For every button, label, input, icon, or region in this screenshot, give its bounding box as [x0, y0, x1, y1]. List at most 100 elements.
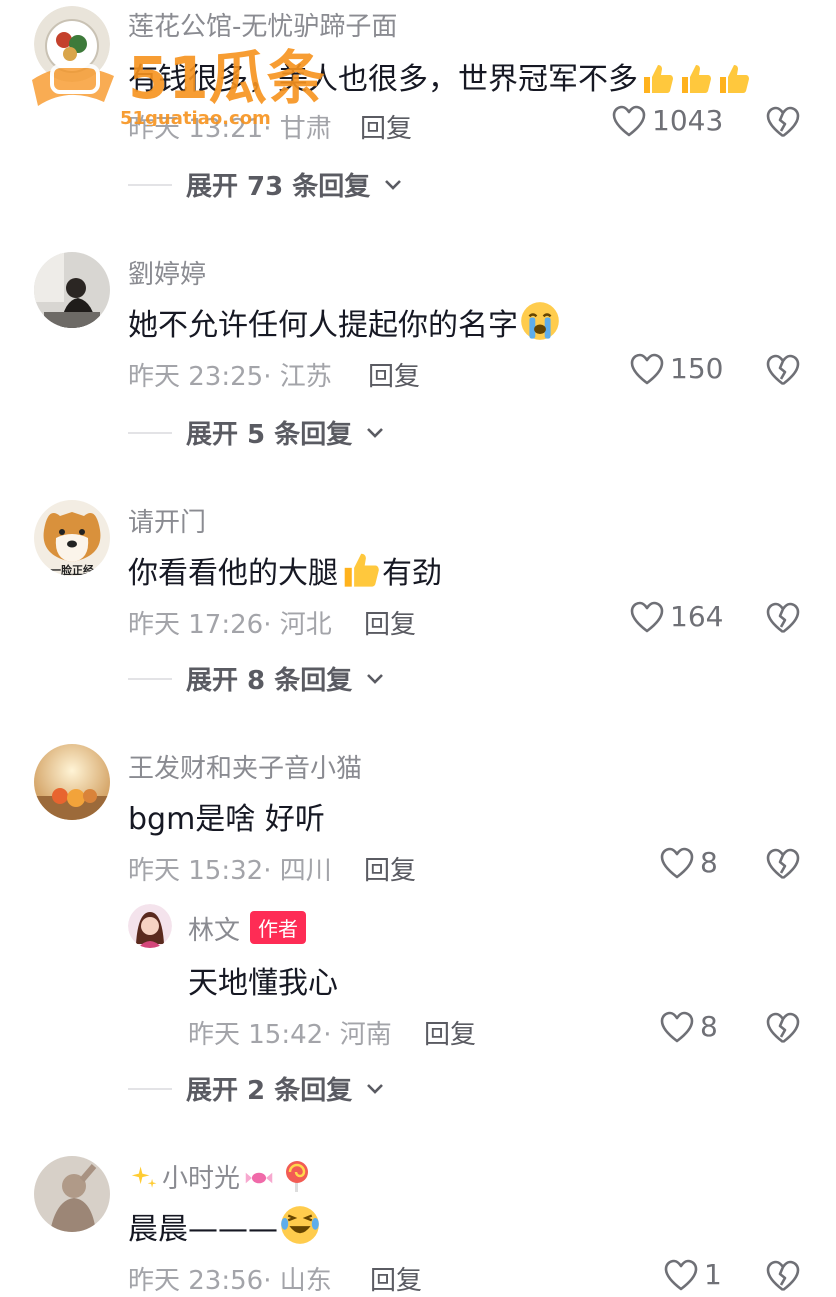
reply-button[interactable]: 回复	[364, 850, 416, 887]
comment-location: · 山东	[263, 1266, 332, 1296]
thumbs-up-emoji	[338, 553, 382, 591]
like-count: 8	[700, 1010, 718, 1043]
divider-line	[128, 677, 172, 680]
broken-heart-icon	[766, 602, 800, 634]
broken-heart-icon	[766, 1012, 800, 1044]
avatar[interactable]	[34, 744, 110, 820]
divider-line	[128, 1087, 172, 1090]
comment-meta: 昨天 15:32· 四川	[128, 850, 332, 887]
comment-time: 昨天 15:32	[128, 856, 264, 886]
like-count: 8	[700, 846, 718, 879]
comment-text-body: 你看看他的大腿	[128, 556, 338, 591]
expand-replies-button[interactable]: 展开 73 条回复	[128, 166, 402, 203]
reply-button[interactable]: 回复	[364, 604, 416, 641]
comment-location: · 江苏	[263, 362, 332, 392]
comment-text-body: 晨晨———	[128, 1212, 278, 1247]
like-button[interactable]: 8	[660, 846, 718, 879]
broken-heart-icon	[766, 354, 800, 386]
lollipop-emoji	[278, 1161, 316, 1194]
thumbs-up-emoji	[714, 62, 752, 97]
avatar-caption: 一脸正经	[50, 563, 94, 576]
heart-icon	[660, 1011, 694, 1042]
expand-replies-button[interactable]: 展开 2 条回复	[128, 1070, 384, 1107]
like-button[interactable]: 1043	[612, 104, 723, 137]
heart-icon	[664, 1259, 698, 1290]
like-count: 1043	[652, 104, 724, 137]
reply-username[interactable]: 林文 作者	[188, 910, 307, 947]
expand-label: 展开 5 条回复	[186, 420, 353, 450]
comment-location: · 四川	[263, 856, 332, 886]
comment-meta: 昨天 23:25· 江苏	[128, 356, 332, 393]
laughing-emoji	[278, 1206, 322, 1247]
reply-button[interactable]: 回复	[360, 108, 412, 145]
comment-username[interactable]: 王发财和夹子音小猫	[128, 748, 362, 785]
broken-heart-icon	[766, 848, 800, 880]
comment-time: 昨天 17:26	[128, 610, 264, 640]
reply-text: 天地懂我心	[188, 966, 338, 1001]
chevron-down-icon	[367, 427, 384, 438]
thumbs-up-emoji	[638, 62, 676, 97]
comment-meta: 昨天 17:26· 河北	[128, 604, 332, 641]
comment-username-text: 小时光	[162, 1164, 241, 1194]
dislike-button[interactable]	[766, 106, 800, 138]
comment-text: 晨晨———	[128, 1204, 322, 1248]
dislike-button[interactable]	[766, 354, 800, 386]
like-button[interactable]: 164	[630, 600, 723, 633]
avatar[interactable]	[128, 904, 172, 948]
expand-label: 展开 2 条回复	[186, 1076, 353, 1106]
comment-meta: 昨天 23:56· 山东	[128, 1260, 332, 1297]
sparkles-emoji	[128, 1164, 162, 1194]
divider-line	[128, 183, 172, 186]
avatar[interactable]	[34, 252, 110, 328]
divider-line	[128, 431, 172, 434]
comment-text-body-end: 有劲	[382, 556, 442, 591]
heart-icon	[630, 601, 664, 632]
dislike-button[interactable]	[766, 602, 800, 634]
like-count: 150	[670, 352, 724, 385]
dislike-button[interactable]	[766, 848, 800, 880]
like-button[interactable]: 1	[664, 1258, 722, 1291]
thumbs-up-emoji	[676, 62, 714, 97]
like-count: 1	[704, 1258, 722, 1291]
heart-icon	[630, 353, 664, 384]
reply-button[interactable]: 回复	[368, 356, 420, 393]
comment-text-body: 她不允许任何人提起你的名字	[128, 308, 518, 343]
dislike-button[interactable]	[766, 1012, 800, 1044]
expand-label: 展开 73 条回复	[186, 172, 371, 202]
expand-label: 展开 8 条回复	[186, 666, 353, 696]
comment-location: · 河北	[263, 610, 332, 640]
reply-meta: 昨天 15:42· 河南	[188, 1014, 392, 1051]
comment-text: 你看看他的大腿 有劲	[128, 548, 442, 592]
broken-heart-icon	[766, 106, 800, 138]
like-count: 164	[670, 600, 724, 633]
heart-icon	[612, 105, 646, 136]
avatar[interactable]	[34, 1156, 110, 1232]
like-button[interactable]: 150	[630, 352, 723, 385]
reply-button[interactable]: 回复	[424, 1014, 476, 1051]
reply-button[interactable]: 回复	[370, 1260, 422, 1297]
broken-heart-icon	[766, 1260, 800, 1292]
watermark-logo-text: 51瓜条	[128, 44, 325, 112]
crying-emoji	[518, 302, 562, 343]
watermark-url: 51guatiao.com	[120, 108, 271, 126]
avatar[interactable]: 一脸正经	[34, 500, 110, 576]
reply-username-text: 林文	[188, 916, 241, 946]
dislike-button[interactable]	[766, 1260, 800, 1292]
author-badge: 作者	[250, 911, 307, 944]
expand-replies-button[interactable]: 展开 8 条回复	[128, 660, 384, 697]
chevron-down-icon	[367, 673, 384, 684]
reply-location: · 河南	[323, 1020, 392, 1050]
expand-replies-button[interactable]: 展开 5 条回复	[128, 414, 384, 451]
chevron-down-icon	[385, 179, 402, 190]
watermark-logo: 51瓜条 51guatiao.com	[28, 36, 328, 129]
comment-username[interactable]: 请开门	[128, 502, 206, 539]
reply-time: 昨天 15:42	[188, 1020, 324, 1050]
like-button[interactable]: 8	[660, 1010, 718, 1043]
chevron-down-icon	[367, 1083, 384, 1094]
comment-text: 她不允许任何人提起你的名字	[128, 300, 562, 344]
comment-username[interactable]: 劉婷婷	[128, 254, 206, 291]
comment-username[interactable]: 小时光	[128, 1158, 316, 1195]
comment-text: bgm是啥 好听	[128, 802, 325, 837]
comment-time: 昨天 23:56	[128, 1266, 264, 1296]
comment-time: 昨天 23:25	[128, 362, 264, 392]
